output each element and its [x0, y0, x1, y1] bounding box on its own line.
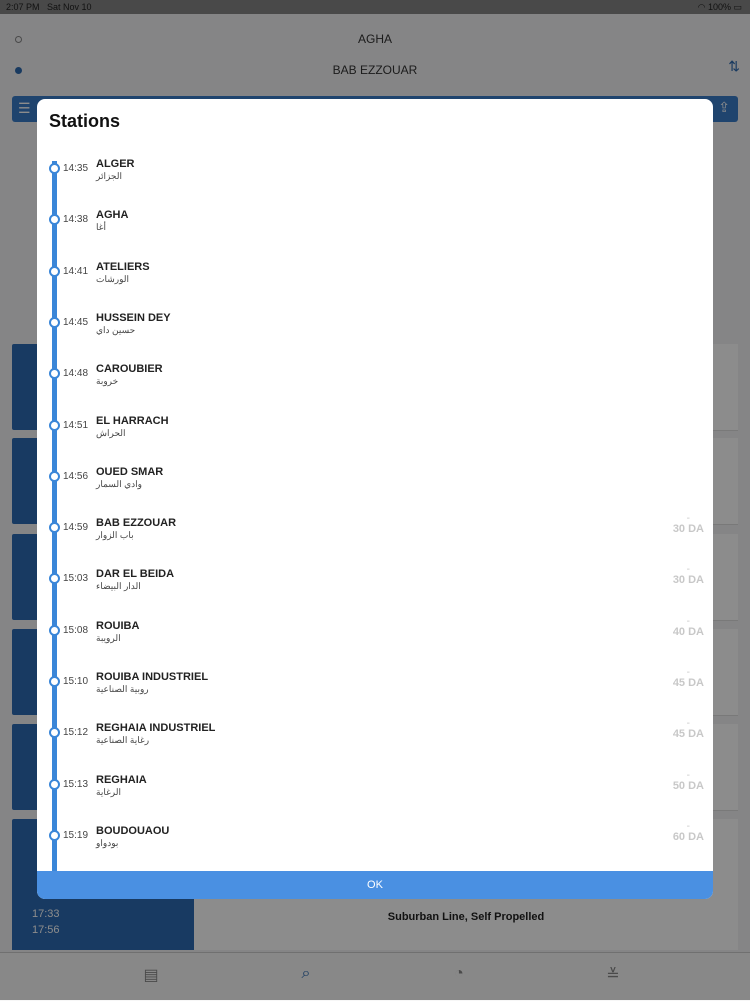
- station-name-arabic: الرويبة: [96, 632, 121, 643]
- station-row: 14:48 CAROUBIER خروبة: [37, 363, 713, 414]
- station-time: 15:03: [63, 573, 89, 585]
- station-name: BAB EZZOUAR: [96, 517, 177, 530]
- station-time: 14:35: [63, 163, 89, 174]
- station-node-icon: [49, 522, 60, 534]
- station-name-arabic: خروبة: [96, 376, 119, 387]
- station-node-icon: [49, 316, 60, 328]
- station-name: CAROUBIER: [96, 363, 163, 376]
- station-node-icon: [49, 829, 60, 841]
- station-name-arabic: روبية الصناعية: [96, 684, 149, 694]
- station-node-icon: [49, 676, 60, 687]
- station-time: 14:38: [63, 214, 89, 226]
- station-name: ROUIBA INDUSTRIEL: [96, 671, 209, 683]
- station-time: 15:10: [63, 676, 89, 687]
- station-row: 14:59 BAB EZZOUAR باب الزوار -30 DA: [37, 513, 713, 568]
- station-row: 14:51 EL HARRACH الحراش: [37, 415, 713, 466]
- station-fare: 45 DA: [672, 728, 704, 741]
- station-row: 14:41 ATELIERS الورشات: [37, 261, 713, 312]
- station-name: EL HARRACH: [96, 414, 169, 427]
- station-node-icon: [49, 214, 60, 226]
- station-row: 15:12 REGHAIA INDUSTRIEL رغاية الصناعية -45…: [37, 718, 713, 773]
- station-time: 15:13: [63, 778, 89, 790]
- station-name: OUED SMAR: [96, 465, 164, 478]
- station-name: HUSSEIN DEY: [96, 311, 171, 324]
- station-fare: 40 DA: [672, 625, 704, 638]
- station-name-arabic: أغا: [96, 222, 106, 233]
- station-row: 15:08 ROUIBA الرويبة -40 DA: [37, 616, 713, 671]
- station-node-icon: [49, 573, 60, 585]
- station-row: 14:38 AGHA أغا: [37, 209, 713, 260]
- station-name: BOUDOUAOU: [96, 824, 170, 837]
- station-row: 15:13 REGHAIA الرغاية -50 DA: [37, 770, 713, 825]
- station-name: ALGER: [96, 158, 135, 170]
- modal-title: Stations: [49, 111, 121, 131]
- station-fare: 30 DA: [672, 523, 704, 536]
- station-node-icon: [49, 265, 60, 277]
- station-time: 15:12: [63, 727, 89, 739]
- station-row: 15:10 ROUIBA INDUSTRIEL روبية الصناعية -45 …: [37, 667, 713, 722]
- station-name-arabic: باب الزوار: [96, 530, 134, 541]
- station-name-arabic: وادي السمار: [96, 478, 142, 489]
- ok-button[interactable]: OK: [37, 871, 713, 899]
- station-node-icon: [49, 470, 60, 482]
- station-row: 14:45 HUSSEIN DEY حسين داي: [37, 312, 713, 363]
- station-name-arabic: الحراش: [96, 427, 126, 438]
- station-row: 14:56 OUED SMAR وادي السمار: [37, 466, 713, 517]
- station-name-arabic: الرغاية: [96, 786, 121, 797]
- station-name-arabic: حسين داي: [96, 324, 136, 335]
- station-time: 15:19: [63, 829, 89, 841]
- station-time: 14:51: [63, 419, 89, 431]
- station-name: REGHAIA INDUSTRIEL: [96, 722, 216, 735]
- station-time: 14:59: [63, 522, 89, 534]
- station-name-arabic: الجزائر: [96, 171, 122, 181]
- stations-modal: Stations 14:35 ALGER الجزائر 14:38 AGHA أغا 14…: [37, 99, 713, 899]
- station-name: ATELIERS: [96, 260, 150, 273]
- station-time: 14:48: [63, 368, 89, 380]
- station-row: 15:19 BOUDOUAOU بودواو -60 DA: [37, 821, 713, 876]
- station-fare: 50 DA: [672, 779, 704, 792]
- station-fare: 60 DA: [672, 830, 704, 843]
- station-name-arabic: الورشات: [96, 273, 129, 284]
- station-row: 14:35 ALGER الجزائر: [37, 158, 713, 209]
- station-node-icon: [49, 419, 60, 431]
- station-name: REGHAIA: [96, 773, 147, 786]
- station-node-icon: [49, 778, 60, 790]
- station-name: DAR EL BEIDA: [96, 568, 175, 581]
- station-time: 15:08: [63, 624, 89, 636]
- station-node-icon: [49, 624, 60, 636]
- station-name-arabic: بودواو: [96, 837, 119, 848]
- station-fare: 30 DA: [672, 574, 704, 587]
- station-fare: 45 DA: [672, 677, 704, 689]
- station-node-icon: [49, 163, 60, 174]
- station-time: 14:41: [63, 265, 89, 277]
- station-name-arabic: رغاية الصناعية: [96, 735, 150, 746]
- station-time: 14:45: [63, 316, 89, 328]
- station-time: 14:56: [63, 470, 89, 482]
- station-node-icon: [49, 368, 60, 380]
- station-name: ROUIBA: [96, 619, 140, 632]
- station-node-icon: [49, 727, 60, 739]
- station-name-arabic: الدار البيضاء: [96, 581, 141, 592]
- station-row: 15:03 DAR EL BEIDA الدار البيضاء -30 DA: [37, 564, 713, 619]
- station-name: AGHA: [96, 209, 129, 222]
